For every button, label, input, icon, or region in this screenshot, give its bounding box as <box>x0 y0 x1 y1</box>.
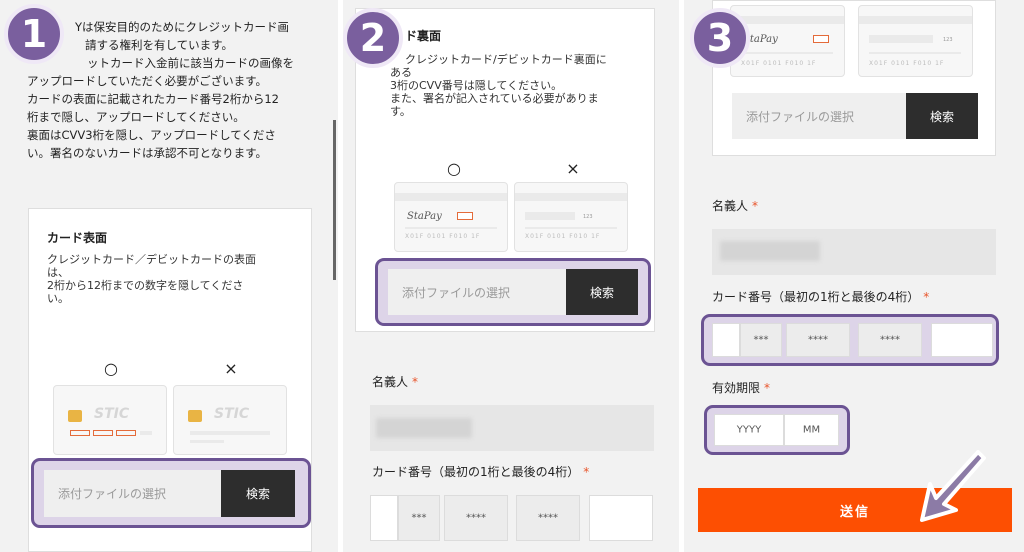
name-label: 名義人 * <box>372 375 419 389</box>
card-number-last-four[interactable] <box>589 495 653 541</box>
cardholder-name-field[interactable] <box>370 405 654 451</box>
expiry-month-input[interactable]: MM <box>784 414 839 446</box>
file-upload-row[interactable]: 添付ファイルの選択 検索 <box>44 470 295 517</box>
upload-highlight: 添付ファイルの選択 検索 <box>375 258 651 326</box>
required-mark: * <box>412 375 419 389</box>
front-card-desc: クレジットカード／デビットカードの表面 は、 2桁から12桁までの数字を隠してく… <box>47 253 256 305</box>
file-select-input[interactable]: 添付ファイルの選択 <box>732 93 906 139</box>
card-brand: STIC <box>214 406 250 422</box>
scrollbar[interactable] <box>333 120 336 280</box>
card-number-mask: **** <box>858 323 922 357</box>
intro-line: Yは保安目的のためにクレジットカード画 <box>75 20 290 34</box>
browse-button[interactable]: 検索 <box>566 269 638 315</box>
card-brand: STIC <box>94 406 130 422</box>
step-badge-3: 3 <box>690 8 750 68</box>
intro-line: 桁まで隠し、アップロードしてください。 <box>27 110 245 124</box>
cardholder-name-field[interactable] <box>712 229 996 275</box>
file-select-input[interactable]: 添付ファイルの選択 <box>388 269 566 315</box>
browse-button[interactable]: 検索 <box>221 470 295 517</box>
file-upload-row[interactable]: 添付ファイルの選択 検索 <box>388 269 638 315</box>
mask-highlight <box>70 430 90 436</box>
required-mark: * <box>764 381 771 395</box>
back-card-ng-image: 123 X01F 0101 F010 1F <box>858 5 973 77</box>
card-number-first-digit[interactable] <box>370 495 398 541</box>
ng-mark: × <box>224 359 238 378</box>
step-badge-2: 2 <box>343 8 403 68</box>
pointer-arrow-icon <box>920 450 986 522</box>
step1-panel: Yは保安目的のためにクレジットカード画 請する権利を有しています。 ットカード入… <box>0 0 338 552</box>
chip-icon <box>188 410 202 422</box>
intro-line: アップロードしていただく必要がございます。 <box>27 74 268 88</box>
step-badge-1: 1 <box>4 4 64 64</box>
card-number-last-four[interactable] <box>931 323 993 357</box>
intro-text: Yは保安目的のためにクレジットカード画 請する権利を有しています。 ットカード入… <box>27 18 317 162</box>
step2-panel: ド裏面 クレジットカード/デビットカード裏面に ある 3桁のCVV番号は隠してく… <box>343 0 682 552</box>
upload-highlight: 添付ファイルの選択 検索 <box>31 458 311 528</box>
cvv-text: 123 <box>583 214 593 220</box>
card-number-highlight: *** **** **** <box>701 314 999 366</box>
file-select-input[interactable]: 添付ファイルの選択 <box>44 470 221 517</box>
intro-line: い。署名のないカードは承認不可となります。 <box>27 146 268 160</box>
required-mark: * <box>583 465 590 479</box>
name-label: 名義人 * <box>712 199 759 213</box>
file-upload-row[interactable]: 添付ファイルの選択 検索 <box>732 93 978 139</box>
card-number-mask: *** <box>740 323 782 357</box>
card-number-mask: **** <box>516 495 580 541</box>
intro-line: 裏面はCVV3桁を隠し、アップロードしてくださ <box>27 128 276 142</box>
front-card-ok-image: STIC <box>53 385 167 455</box>
back-card-title: ド裏面 <box>405 29 442 43</box>
required-mark: * <box>923 290 930 304</box>
front-card-ng-image: STIC <box>173 385 287 455</box>
ok-mark: ○ <box>104 359 118 378</box>
card-number-label: カード番号（最初の1桁と最後の4桁） * <box>372 465 590 479</box>
mask-highlight <box>116 430 136 436</box>
card-number-mask: *** <box>398 495 440 541</box>
front-card-title: カード表面 <box>47 231 108 245</box>
card-number-mask: **** <box>786 323 850 357</box>
intro-line: ットカード入金前に該当カードの画像を <box>87 56 294 70</box>
cvv-mask-highlight <box>813 35 829 43</box>
expiry-year-input[interactable]: YYYY <box>714 414 784 446</box>
card-number-label: カード番号（最初の1桁と最後の4桁） * <box>712 290 930 304</box>
mask-highlight <box>93 430 113 436</box>
back-card-desc: クレジットカード/デビットカード裏面に ある 3桁のCVV番号は隠してください。… <box>390 53 607 118</box>
back-card-ng-image: 123 X01F 0101 F010 1F <box>514 182 628 252</box>
expiry-highlight: YYYY MM <box>704 405 850 455</box>
back-card-ok-image: StaPay X01F 0101 F010 1F <box>394 182 508 252</box>
required-mark: * <box>752 199 759 213</box>
card-number-first-digit[interactable] <box>712 323 740 357</box>
expiry-label: 有効期限 * <box>712 381 771 395</box>
signature: StaPay <box>407 211 442 222</box>
chip-icon <box>68 410 82 422</box>
back-card-box: StaPay X01F 0101 F010 1F 123 X01F 0101 F… <box>712 0 996 156</box>
intro-line: 請する権利を有しています。 <box>85 38 234 52</box>
browse-button[interactable]: 検索 <box>906 93 978 139</box>
ng-mark: × <box>566 159 580 178</box>
cvv-text: 123 <box>943 37 953 43</box>
cvv-mask-highlight <box>457 212 473 220</box>
ok-mark: ○ <box>447 159 461 178</box>
card-number-mask: **** <box>444 495 508 541</box>
intro-line: カードの表面に記載されたカード番号2桁から12 <box>27 92 279 106</box>
